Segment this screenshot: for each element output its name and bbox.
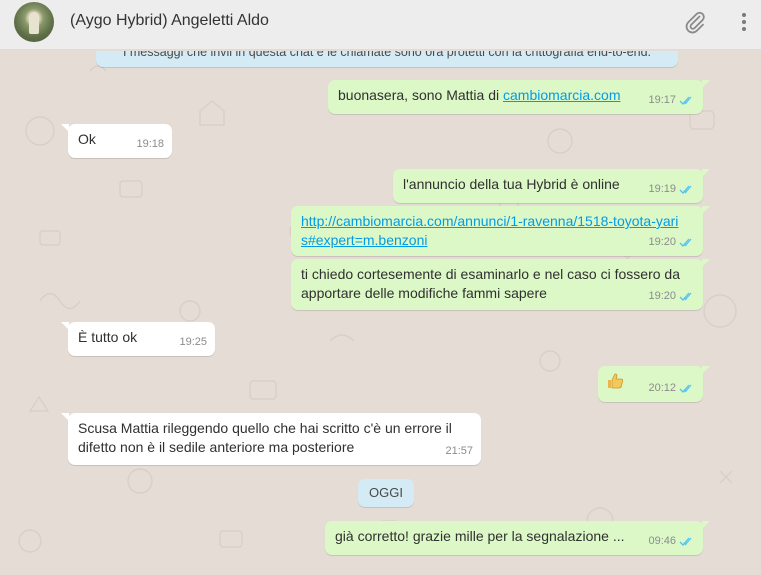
- message-outgoing[interactable]: l'annuncio della tua Hybrid è online 19:…: [393, 169, 710, 203]
- message-time: 09:46: [648, 535, 676, 547]
- message-text: già corretto! grazie mille per la segnal…: [335, 528, 625, 544]
- message-outgoing[interactable]: buonasera, sono Mattia di cambiomarcia.c…: [328, 80, 710, 114]
- message-outgoing[interactable]: 20:12: [598, 366, 710, 402]
- message-text: l'annuncio della tua Hybrid è online: [403, 176, 620, 192]
- double-check-icon: [679, 238, 692, 247]
- double-check-icon: [679, 292, 692, 301]
- message-time: 21:57: [445, 445, 473, 457]
- message-meta: 19:19: [648, 180, 695, 199]
- double-check-icon: [679, 96, 692, 105]
- message-meta: 09:46: [648, 532, 695, 551]
- chat-header: (Aygo Hybrid) Angeletti Aldo: [0, 0, 761, 50]
- message-text: È tutto ok: [78, 329, 138, 345]
- message-meta: 19:17: [648, 91, 695, 110]
- double-check-icon: [679, 185, 692, 194]
- contact-avatar[interactable]: [14, 2, 54, 42]
- paperclip-icon[interactable]: [683, 10, 707, 34]
- message-meta: 19:18: [136, 135, 164, 154]
- message-meta: 21:57: [445, 442, 473, 461]
- thumbs-up-emoji-icon: [608, 373, 624, 389]
- message-time: 19:20: [648, 290, 676, 302]
- message-time: 19:25: [179, 336, 207, 348]
- message-incoming[interactable]: È tutto ok 19:25: [61, 322, 215, 356]
- message-time: 19:19: [648, 183, 676, 195]
- message-time: 20:12: [648, 382, 676, 394]
- message-outgoing[interactable]: ti chiedo cortesemente di esaminarlo e n…: [291, 259, 710, 310]
- message-meta: 20:12: [648, 379, 695, 398]
- message-text: Ok: [78, 131, 96, 147]
- message-meta: 19:20: [648, 233, 695, 252]
- message-text: ti chiedo cortesemente di esaminarlo e n…: [301, 266, 680, 301]
- day-separator: OGGI: [358, 479, 414, 507]
- message-text: buonasera, sono Mattia di: [338, 87, 503, 103]
- message-text: Scusa Mattia rileggendo quello che hai s…: [78, 420, 452, 455]
- chat-panel[interactable]: I messaggi che invii in questa chat e le…: [0, 51, 761, 575]
- message-meta: 19:25: [179, 333, 207, 352]
- message-time: 19:20: [648, 236, 676, 248]
- message-incoming[interactable]: Ok 19:18: [61, 124, 172, 158]
- double-check-icon: [679, 537, 692, 546]
- message-time: 19:18: [136, 138, 164, 150]
- double-check-icon: [679, 384, 692, 393]
- message-outgoing[interactable]: http://cambiomarcia.com/annunci/1-ravenn…: [291, 206, 710, 256]
- message-outgoing[interactable]: già corretto! grazie mille per la segnal…: [325, 521, 710, 555]
- message-link[interactable]: http://cambiomarcia.com/annunci/1-ravenn…: [301, 213, 678, 248]
- kebab-menu-icon[interactable]: [734, 10, 754, 34]
- contact-name[interactable]: (Aygo Hybrid) Angeletti Aldo: [70, 12, 269, 30]
- message-time: 19:17: [648, 94, 676, 106]
- message-link[interactable]: cambiomarcia.com: [503, 87, 620, 103]
- message-incoming[interactable]: Scusa Mattia rileggendo quello che hai s…: [61, 413, 481, 465]
- encryption-notice: I messaggi che invii in questa chat e le…: [96, 51, 678, 67]
- message-meta: 19:20: [648, 287, 695, 306]
